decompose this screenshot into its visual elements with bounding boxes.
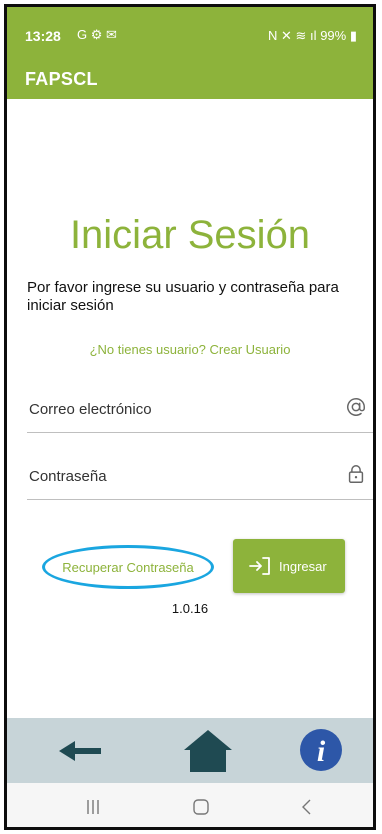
login-arrow-icon bbox=[249, 557, 270, 575]
bottom-navigation: i bbox=[7, 718, 373, 783]
phone-frame: 13:28 G ⚙ ✉ N ✕ ≋ ıl 99% ▮ FAPSCL Inicia… bbox=[4, 4, 376, 830]
app-version: 1.0.16 bbox=[171, 601, 209, 616]
status-notification-icons: G ⚙ ✉ bbox=[77, 27, 117, 42]
page-title: Iniciar Sesión bbox=[69, 213, 311, 257]
recover-password-label: Recuperar Contraseña bbox=[62, 560, 194, 575]
back-arrow-icon[interactable] bbox=[59, 736, 103, 766]
battery-level: 99% bbox=[320, 28, 347, 43]
password-field[interactable] bbox=[27, 459, 373, 500]
login-button[interactable]: Ingresar bbox=[233, 539, 345, 593]
app-title: FAPSCL bbox=[25, 69, 98, 89]
lock-icon bbox=[348, 465, 364, 483]
email-field[interactable] bbox=[27, 392, 373, 433]
create-user-link[interactable]: ¿No tienes usuario? Crear Usuario bbox=[7, 342, 373, 357]
recent-apps-icon[interactable] bbox=[83, 797, 103, 817]
svg-text:i: i bbox=[317, 735, 326, 768]
recover-password-button[interactable]: Recuperar Contraseña bbox=[42, 545, 214, 589]
status-bar: 13:28 G ⚙ ✉ N ✕ ≋ ıl 99% ▮ bbox=[7, 7, 373, 59]
email-input[interactable] bbox=[27, 400, 331, 419]
status-time: 13:28 bbox=[25, 28, 61, 44]
status-system-icons: N ✕ ≋ ıl 99% ▮ bbox=[268, 28, 357, 44]
password-input[interactable] bbox=[27, 467, 331, 486]
status-connectivity-icons: N ✕ ≋ ıl bbox=[268, 28, 317, 43]
app-bar: FAPSCL bbox=[7, 59, 373, 99]
info-icon[interactable]: i bbox=[299, 728, 343, 772]
home-icon[interactable] bbox=[182, 728, 234, 774]
login-button-label: Ingresar bbox=[279, 559, 327, 574]
system-home-icon[interactable] bbox=[191, 797, 211, 817]
system-navigation-bar bbox=[7, 783, 373, 827]
login-instructions: Por favor ingrese su usuario y contraseñ… bbox=[27, 279, 339, 314]
system-back-icon[interactable] bbox=[297, 797, 317, 817]
at-sign-icon bbox=[347, 398, 365, 416]
battery-icon: ▮ bbox=[349, 28, 357, 43]
